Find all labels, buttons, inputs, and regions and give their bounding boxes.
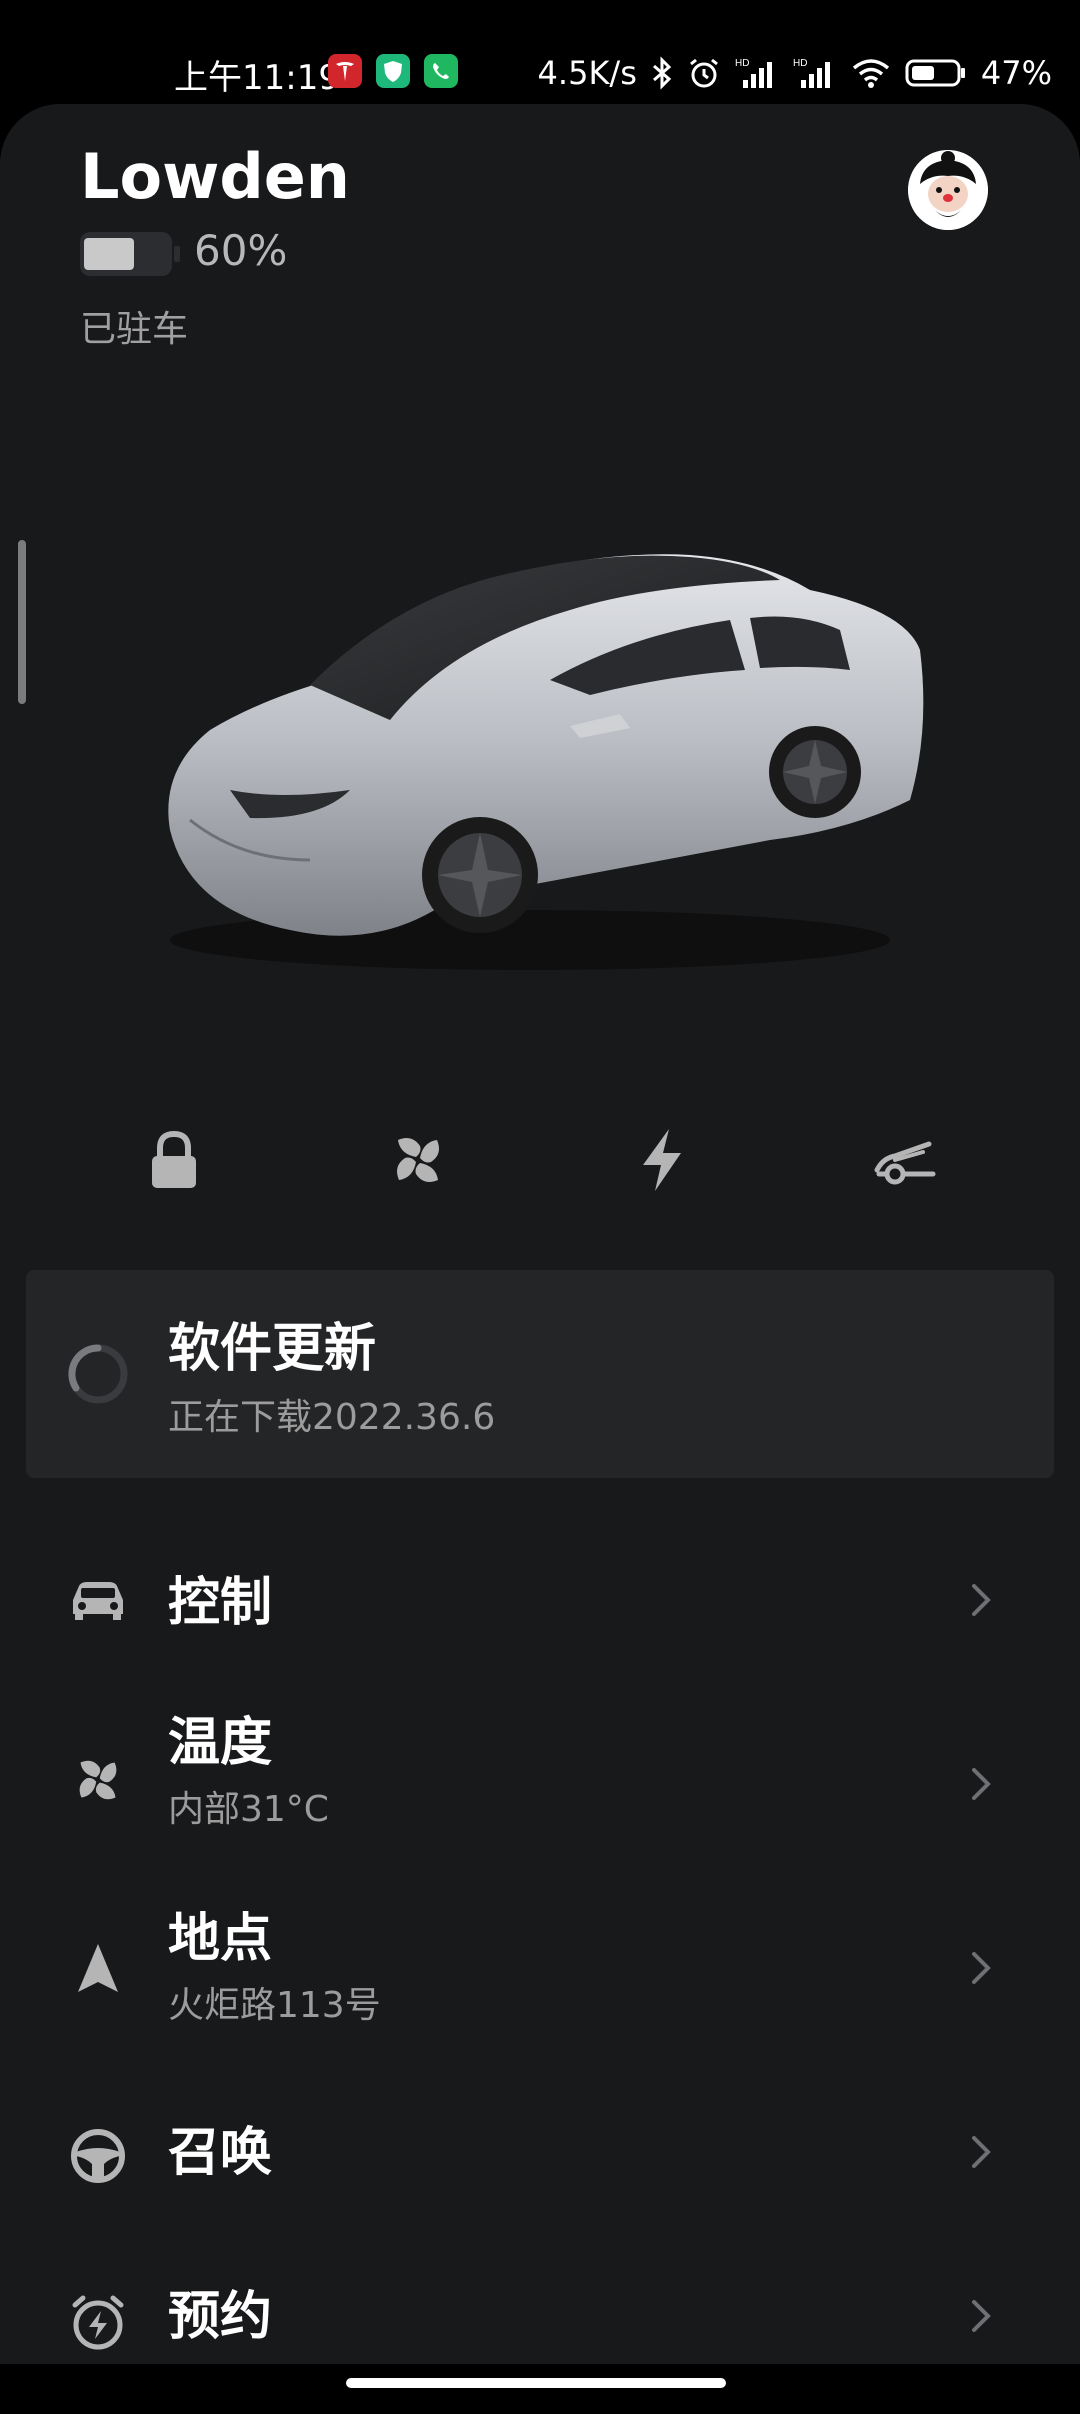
loading-spinner-icon [68, 1344, 128, 1404]
menu-item-location[interactable]: 地点 火炬路113号 [0, 1896, 1080, 2056]
alarm-bolt-icon [66, 2290, 130, 2354]
vehicle-battery-percent: 60% [194, 226, 288, 275]
menu-item-controls[interactable]: 控制 [0, 1520, 1080, 1680]
car-icon [66, 1568, 130, 1632]
chevron-right-icon [972, 1768, 991, 1800]
software-update-card[interactable]: 软件更新 正在下载2022.36.6 [26, 1270, 1054, 1478]
fan-icon [397, 1138, 439, 1182]
scrollbar[interactable] [18, 540, 26, 704]
menu-item-subtitle: 火炬路113号 [168, 1985, 381, 2026]
shield-app-icon [376, 54, 410, 88]
chevron-right-icon [972, 1952, 991, 1984]
status-right-group: 4.5K/s HD HD 47% [538, 50, 1052, 96]
quick-lock-button[interactable] [124, 1110, 224, 1210]
menu-item-climate[interactable]: 温度 内部31°C [0, 1700, 1080, 1860]
steering-wheel-icon [66, 2124, 130, 2188]
menu-item-title: 控制 [168, 1573, 273, 1633]
alarm-icon [689, 58, 718, 88]
home-gesture-bar[interactable] [346, 2378, 726, 2388]
menu-item-title: 预约 [168, 2287, 273, 2347]
lock-icon [152, 1130, 196, 1188]
quick-frunk-button[interactable] [856, 1110, 956, 1210]
battery-icon [905, 59, 965, 87]
vehicle-name: Lowden [80, 140, 350, 213]
navigation-arrow-icon [66, 1936, 130, 2000]
chevron-right-icon [972, 2300, 991, 2332]
svg-text:HD: HD [793, 58, 807, 69]
hd-signal-icon: HD [735, 58, 772, 88]
menu-item-title: 召唤 [168, 2123, 273, 2183]
quick-climate-button[interactable] [368, 1110, 468, 1210]
software-update-title: 软件更新 [168, 1319, 377, 1379]
fan-icon [66, 1748, 130, 1812]
hd-signal-icon: HD [793, 58, 830, 88]
phone-app-icon [424, 54, 458, 88]
chevron-right-icon [972, 1584, 991, 1616]
menu-item-subtitle: 内部31°C [168, 1789, 329, 1830]
status-bar: 上午11:19 4.5K/s HD HD 47% [0, 0, 1080, 100]
software-update-subtitle: 正在下载2022.36.6 [168, 1397, 496, 1438]
menu-item-title: 温度 [168, 1713, 273, 1773]
svg-text:HD: HD [735, 58, 749, 69]
user-avatar[interactable] [908, 150, 988, 230]
wifi-icon [852, 59, 889, 88]
vehicle-image [168, 554, 924, 970]
quick-charge-button[interactable] [612, 1110, 712, 1210]
tesla-app-icon [328, 54, 362, 88]
frunk-icon [874, 1141, 936, 1185]
vehicle-battery-icon [80, 232, 172, 276]
chevron-right-icon [972, 2136, 991, 2168]
status-battery-text: 47% [980, 54, 1052, 92]
bolt-icon [643, 1129, 681, 1191]
menu-item-summon[interactable]: 召唤 [0, 2070, 1080, 2230]
vehicle-battery-fill [84, 238, 134, 270]
status-time: 上午11:19 [174, 58, 340, 98]
vehicle-battery-tip [174, 246, 180, 262]
bluetooth-icon [652, 56, 672, 90]
menu-item-title: 地点 [168, 1909, 273, 1969]
net-speed: 4.5K/s [537, 54, 637, 92]
vehicle-status: 已驻车 [80, 309, 189, 350]
